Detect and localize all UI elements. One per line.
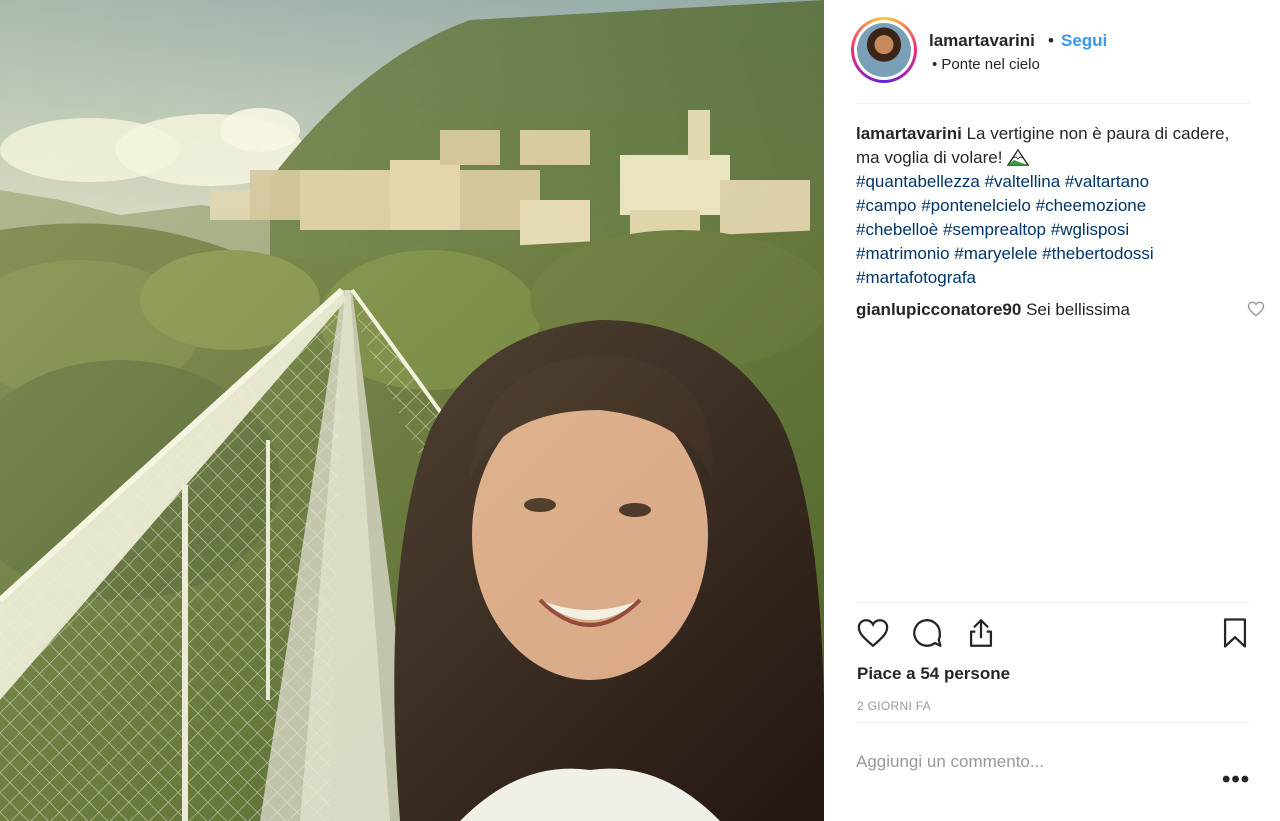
hashtag[interactable]: #wglisposi [1051,220,1129,239]
comment-username[interactable]: gianlupicconatore90 [856,300,1021,319]
caption: lamartavarini La vertigine non è paura d… [856,122,1250,290]
separator-dot: • [1048,31,1054,50]
hashtag[interactable]: #maryelele [954,244,1037,263]
divider [856,103,1250,104]
hashtag[interactable]: #quantabellezza [856,172,980,191]
post-username[interactable]: lamartavarini [929,31,1035,51]
post-header: lamartavarini • Segui Ponte nel cielo [824,0,1280,104]
mountain-icon [1007,148,1030,166]
hashtag[interactable]: #cheemozione [1036,196,1147,215]
like-button[interactable] [854,614,892,652]
divider [856,602,1250,603]
more-options-button[interactable]: ••• [1222,768,1250,792]
follow-button[interactable]: Segui [1061,31,1107,51]
comment-button[interactable] [908,614,946,652]
comment-like-heart-icon[interactable] [1247,300,1265,318]
hashtag[interactable]: #chebelloè [856,220,938,239]
hashtag[interactable]: #valtellina [985,172,1061,191]
action-bar [854,614,1254,654]
hashtag[interactable]: #martafotografa [856,268,976,287]
hashtag[interactable]: #campo [856,196,916,215]
post-side-panel: lamartavarini • Segui Ponte nel cielo la… [824,0,1280,821]
add-comment-input[interactable] [856,744,1196,780]
share-button[interactable] [962,614,1000,652]
hashtag[interactable]: #matrimonio [856,244,950,263]
hashtag[interactable]: #valtartano [1065,172,1149,191]
comment-bubble-icon [913,619,942,647]
comment-text: Sei bellissima [1026,300,1130,319]
bookmark-icon [1223,618,1247,648]
hashtag-list: #quantabellezza #valtellina #valtartano … [856,172,1154,287]
save-button[interactable] [1216,614,1254,652]
avatar[interactable] [851,17,917,83]
location-link[interactable]: Ponte nel cielo [932,56,1039,73]
divider [856,722,1250,723]
comment: gianlupicconatore90 Sei bellissima [856,298,1265,322]
post-photo[interactable] [0,0,824,821]
likes-count[interactable]: Piace a 54 persone [857,664,1010,684]
share-icon [969,619,993,647]
caption-username[interactable]: lamartavarini [856,124,962,143]
heart-icon [857,619,889,648]
hashtag[interactable]: #thebertodossi [1042,244,1154,263]
photo-scene [0,0,824,821]
hashtag[interactable]: #pontenelcielo [921,196,1031,215]
hashtag[interactable]: #semprealtop [943,220,1046,239]
avatar-image [857,23,911,77]
post-date[interactable]: 2 GIORNI FA [857,699,931,713]
comments-section: lamartavarini La vertigine non è paura d… [856,122,1265,322]
